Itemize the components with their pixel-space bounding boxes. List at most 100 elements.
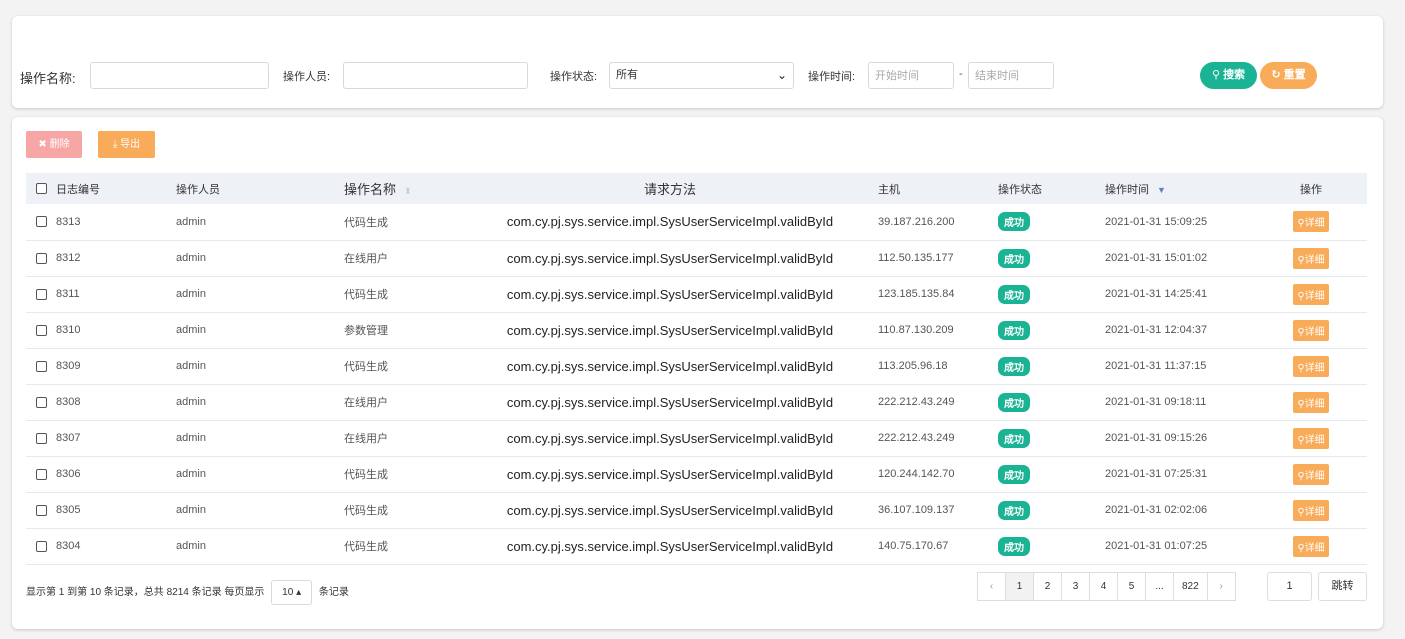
cell-op-name: 在线用户 — [344, 397, 388, 409]
start-time-input[interactable] — [868, 62, 954, 89]
jump-button[interactable]: 跳转 — [1318, 572, 1367, 601]
refresh-icon: ↻ — [1271, 69, 1281, 81]
detail-button[interactable]: ⚲详细 — [1293, 319, 1329, 341]
detail-button[interactable]: ⚲详细 — [1293, 391, 1329, 413]
search-icon: ⚲ — [1297, 290, 1305, 302]
operator-input[interactable] — [343, 62, 528, 89]
table-row: 8304 admin 代码生成 com.cy.pj.sys.service.impl.… — [26, 528, 1367, 564]
sort-desc-icon: ▼ — [1157, 184, 1166, 195]
row-checkbox[interactable] — [36, 504, 47, 516]
detail-button[interactable]: ⚲详细 — [1293, 247, 1329, 269]
page-button[interactable]: 2 — [1033, 572, 1062, 601]
cell-op-name: 代码生成 — [344, 505, 388, 517]
header-status[interactable]: 操作状态 — [998, 173, 1105, 204]
cell-time: 2021-01-31 12:04:37 — [1105, 324, 1208, 336]
status-badge: 成功 — [998, 536, 1030, 556]
range-dash: - — [959, 68, 963, 80]
detail-button-label: 详细 — [1304, 362, 1325, 374]
row-checkbox[interactable] — [36, 288, 47, 300]
next-page-button[interactable]: › — [1206, 572, 1236, 601]
cell-id: 8306 — [56, 468, 81, 480]
page-button[interactable]: 3 — [1061, 572, 1090, 601]
header-op-name[interactable]: 操作名称 ⬍ — [344, 173, 462, 204]
chevron-down-icon: ⌄ — [776, 68, 787, 82]
row-checkbox[interactable] — [36, 396, 47, 408]
cell-time: 2021-01-31 07:25:31 — [1105, 468, 1208, 480]
search-button[interactable]: ⚲ 搜索 — [1200, 62, 1257, 89]
header-time[interactable]: 操作时间 ▼ — [1105, 173, 1255, 204]
page-button[interactable]: 1 — [1005, 572, 1034, 601]
cell-id: 8308 — [56, 396, 81, 408]
cell-id: 8311 — [56, 288, 80, 300]
row-checkbox[interactable] — [36, 252, 47, 264]
table-row: 8310 admin 参数管理 com.cy.pj.sys.service.impl.… — [26, 312, 1367, 348]
search-icon: ⚲ — [1297, 470, 1305, 482]
row-checkbox[interactable] — [36, 540, 47, 552]
cell-operator: admin — [176, 468, 206, 480]
jump-page-input[interactable]: 1 — [1267, 572, 1312, 601]
status-badge: 成功 — [998, 428, 1030, 448]
sort-icon: ⬍ — [404, 186, 412, 196]
cell-time: 2021-01-31 14:25:41 — [1105, 288, 1208, 300]
cell-id: 8307 — [56, 432, 81, 444]
detail-button[interactable]: ⚲详细 — [1293, 427, 1329, 449]
cell-host: 113.205.96.18 — [878, 360, 948, 372]
search-icon: ⚲ — [1297, 542, 1305, 554]
cell-operator: admin — [176, 360, 206, 372]
prev-page-button[interactable]: ‹ — [977, 572, 1006, 601]
cell-method: com.cy.pj.sys.service.impl.SysUserServic… — [506, 250, 834, 266]
detail-button[interactable]: ⚲详细 — [1293, 355, 1329, 377]
detail-button-label: 详细 — [1304, 218, 1325, 230]
reset-button[interactable]: ↻ 重置 — [1260, 62, 1317, 89]
delete-button[interactable]: ✖ 删除 — [26, 131, 82, 158]
pagination-info-suffix: 条记录 — [318, 587, 349, 599]
detail-button[interactable]: ⚲详细 — [1293, 499, 1329, 521]
table-row: 8313 admin 代码生成 com.cy.pj.sys.service.impl.… — [26, 204, 1367, 240]
cell-time: 2021-01-31 01:07:25 — [1105, 540, 1208, 552]
page-button[interactable]: 4 — [1089, 572, 1118, 601]
cell-method: com.cy.pj.sys.service.impl.SysUserServic… — [506, 538, 834, 554]
search-icon: ⚲ — [1297, 506, 1305, 518]
header-operator[interactable]: 操作人员 — [176, 173, 344, 204]
end-time-input[interactable] — [968, 62, 1054, 89]
page-button[interactable]: 5 — [1117, 572, 1146, 601]
status-badge: 成功 — [998, 500, 1030, 520]
cell-id: 8313 — [56, 215, 81, 228]
table-body: 8313 admin 代码生成 com.cy.pj.sys.service.impl.… — [26, 204, 1367, 564]
table-row: 8305 admin 代码生成 com.cy.pj.sys.service.impl.… — [26, 492, 1367, 528]
select-all-checkbox[interactable] — [36, 183, 47, 195]
cell-host: 123.185.135.84 — [878, 288, 955, 300]
cell-host: 110.87.130.209 — [878, 324, 954, 336]
header-id[interactable]: 日志编号 — [56, 173, 176, 204]
row-checkbox[interactable] — [36, 360, 47, 372]
detail-button[interactable]: ⚲详细 — [1293, 283, 1329, 305]
header-host[interactable]: 主机 — [878, 173, 998, 204]
log-table: 日志编号 操作人员 操作名称 ⬍ 请求方法 主机 操作状态 操作时间 ▼ 操作 83… — [26, 173, 1367, 565]
cell-host: 222.212.43.249 — [878, 432, 955, 444]
op-name-input[interactable] — [90, 62, 269, 89]
cell-operator: admin — [176, 540, 206, 552]
search-icon: ⚲ — [1211, 69, 1220, 81]
cell-op-name: 在线用户 — [344, 253, 388, 265]
header-method[interactable]: 请求方法 — [462, 173, 878, 204]
cell-operator: admin — [176, 324, 206, 336]
detail-button[interactable]: ⚲详细 — [1293, 535, 1329, 557]
search-panel: 操作名称: 操作人员: 操作状态: 所有 ⌄ 操作时间: - ⚲ 搜索 ↻ 重置 — [12, 16, 1383, 108]
row-checkbox[interactable] — [36, 432, 47, 444]
cell-host: 120.244.142.70 — [878, 468, 955, 480]
cell-operator: admin — [176, 504, 206, 516]
row-checkbox[interactable] — [36, 216, 47, 228]
row-checkbox[interactable] — [36, 324, 47, 336]
download-icon: ⤓ — [112, 139, 118, 150]
status-select[interactable]: 所有 ⌄ — [609, 62, 794, 89]
cell-host: 112.50.135.177 — [878, 252, 954, 264]
page-button[interactable]: 822 — [1173, 572, 1208, 601]
export-button[interactable]: ⤓ 导出 — [98, 131, 155, 158]
cell-method: com.cy.pj.sys.service.impl.SysUserServic… — [506, 466, 834, 482]
detail-button[interactable]: ⚲详细 — [1293, 211, 1329, 233]
row-checkbox[interactable] — [36, 468, 47, 480]
table-panel: ✖ 删除 ⤓ 导出 日志编号 操作人员 操作名称 ⬍ 请求方法 主机 操作状态 操… — [12, 117, 1383, 629]
page-size-select[interactable]: 10 ▴ — [271, 580, 313, 605]
export-button-label: 导出 — [120, 139, 141, 150]
detail-button[interactable]: ⚲详细 — [1293, 463, 1329, 485]
